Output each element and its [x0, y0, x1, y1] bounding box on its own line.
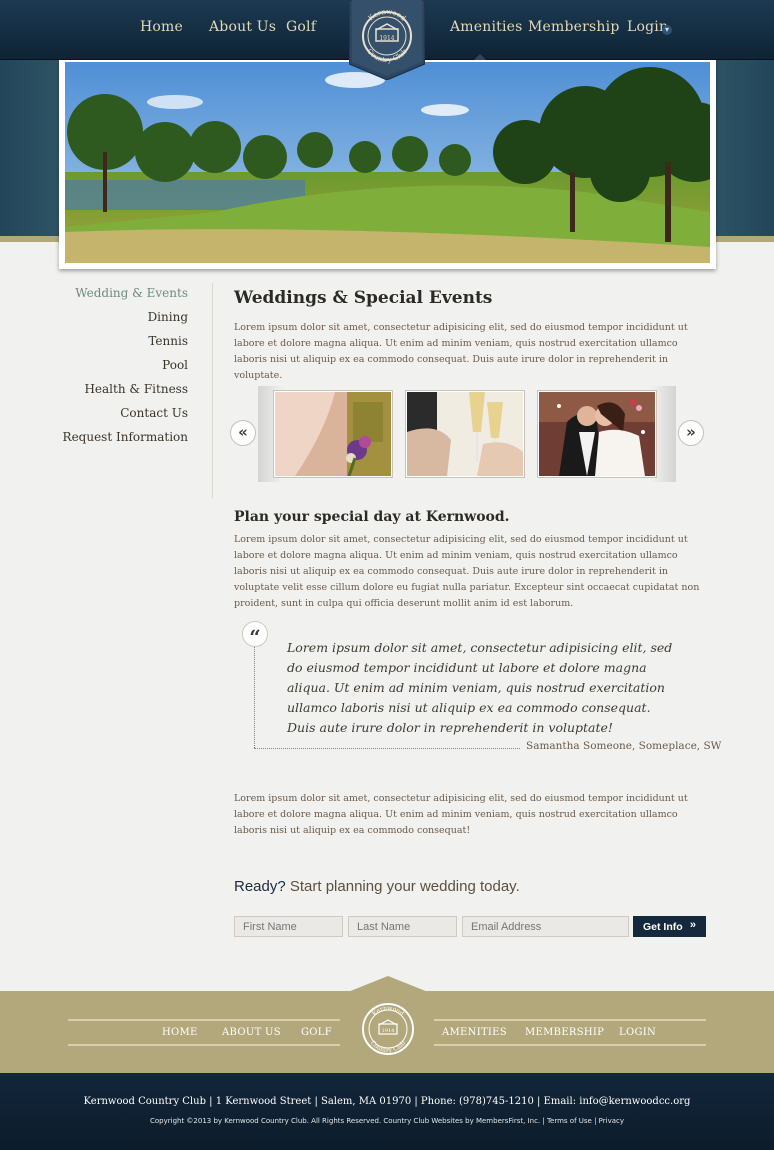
- footer-nav-amenities[interactable]: AMENITIES: [442, 1027, 507, 1038]
- quote-icon: “: [242, 621, 268, 649]
- footer-badge-year: 1914: [382, 1028, 395, 1034]
- sidebar-item-pool[interactable]: Pool: [60, 355, 188, 379]
- carousel-image-bouquet[interactable]: [273, 390, 393, 478]
- sidebar-item-tennis[interactable]: Tennis: [60, 331, 188, 355]
- footer-rule: [434, 1019, 706, 1021]
- intro-paragraph: Lorem ipsum dolor sit amet, consectetur …: [234, 322, 688, 381]
- testimonial-author: Samantha Someone, Someplace, SW: [526, 740, 722, 752]
- footer-copyright: Copyright ©2013 by Kernwood Country Club…: [149, 1117, 625, 1125]
- badge-year: 1914: [379, 35, 394, 42]
- testimonial-quote: Lorem ipsum dolor sit amet, consectetur …: [287, 640, 673, 735]
- footer-rule: [434, 1044, 706, 1046]
- double-chevron-left-icon[interactable]: «: [230, 420, 256, 446]
- carousel-image-champagne[interactable]: [405, 390, 525, 478]
- sidebar-item-dining[interactable]: Dining: [60, 307, 188, 331]
- footer-nav-golf[interactable]: GOLF: [301, 1027, 332, 1038]
- sidebar-item-fitness[interactable]: Health & Fitness: [60, 379, 188, 403]
- quote-border-vertical: [254, 640, 255, 748]
- form-heading-ready: Ready?: [234, 878, 286, 895]
- footer-nav-home[interactable]: HOME: [162, 1027, 198, 1038]
- footer-info-band: [0, 1073, 774, 1150]
- sidebar-divider: [212, 283, 213, 498]
- nav-home-link[interactable]: Home: [140, 19, 183, 35]
- carousel-image-couple-kiss[interactable]: [537, 390, 657, 478]
- footer-nav-about[interactable]: ABOUT US: [222, 1027, 281, 1038]
- golf-course-photo: [65, 62, 710, 263]
- last-name-field[interactable]: [348, 916, 457, 937]
- footer-peak: [348, 976, 428, 992]
- form-heading: Ready? Start planning your wedding today…: [234, 878, 520, 895]
- footer-nav-membership[interactable]: MEMBERSHIP: [525, 1027, 604, 1038]
- form-heading-rest: Start planning your wedding today.: [285, 878, 520, 895]
- sidebar-item-contact[interactable]: Contact Us: [60, 403, 188, 427]
- footer-nav-login[interactable]: LOGIN: [619, 1027, 656, 1038]
- nav-about-link[interactable]: About Us: [209, 19, 276, 35]
- page-title: Weddings & Special Events: [234, 288, 493, 308]
- double-chevron-right-icon[interactable]: »: [678, 420, 704, 446]
- body-paragraph: Lorem ipsum dolor sit amet, consectetur …: [234, 534, 700, 609]
- section-subtitle: Plan your special day at Kernwood.: [234, 509, 510, 525]
- sidebar-item-weddings[interactable]: Wedding & Events: [60, 283, 188, 307]
- quote-border-horizontal: [254, 748, 520, 749]
- email-field[interactable]: [462, 916, 629, 937]
- hero-photo-frame: [59, 58, 716, 269]
- nav-membership-link[interactable]: Membership: [528, 19, 619, 35]
- get-info-label: Get Info: [643, 920, 683, 933]
- double-chevron-right-icon: »: [689, 919, 696, 931]
- get-info-button[interactable]: Get Info »: [633, 916, 706, 937]
- footer-rule: [68, 1044, 340, 1046]
- club-logo-badge[interactable]: Kernwood 1914 Country Club: [348, 0, 426, 81]
- footer-address: Kernwood Country Club | 1 Kernwood Stree…: [83, 1096, 691, 1107]
- chevron-down-icon[interactable]: ▾: [662, 25, 672, 35]
- nav-golf-link[interactable]: Golf: [286, 19, 316, 35]
- sidebar-item-request-info[interactable]: Request Information: [60, 427, 188, 451]
- active-nav-caret: [474, 54, 486, 60]
- footer-rule: [68, 1019, 340, 1021]
- first-name-field[interactable]: [234, 916, 343, 937]
- closing-paragraph: Lorem ipsum dolor sit amet, consectetur …: [234, 793, 688, 836]
- footer-logo[interactable]: Kernwood 1914 Country Club: [361, 1002, 415, 1056]
- nav-amenities-link[interactable]: Amenities: [450, 19, 523, 35]
- section-sidebar: Wedding & Events Dining Tennis Pool Heal…: [60, 283, 188, 451]
